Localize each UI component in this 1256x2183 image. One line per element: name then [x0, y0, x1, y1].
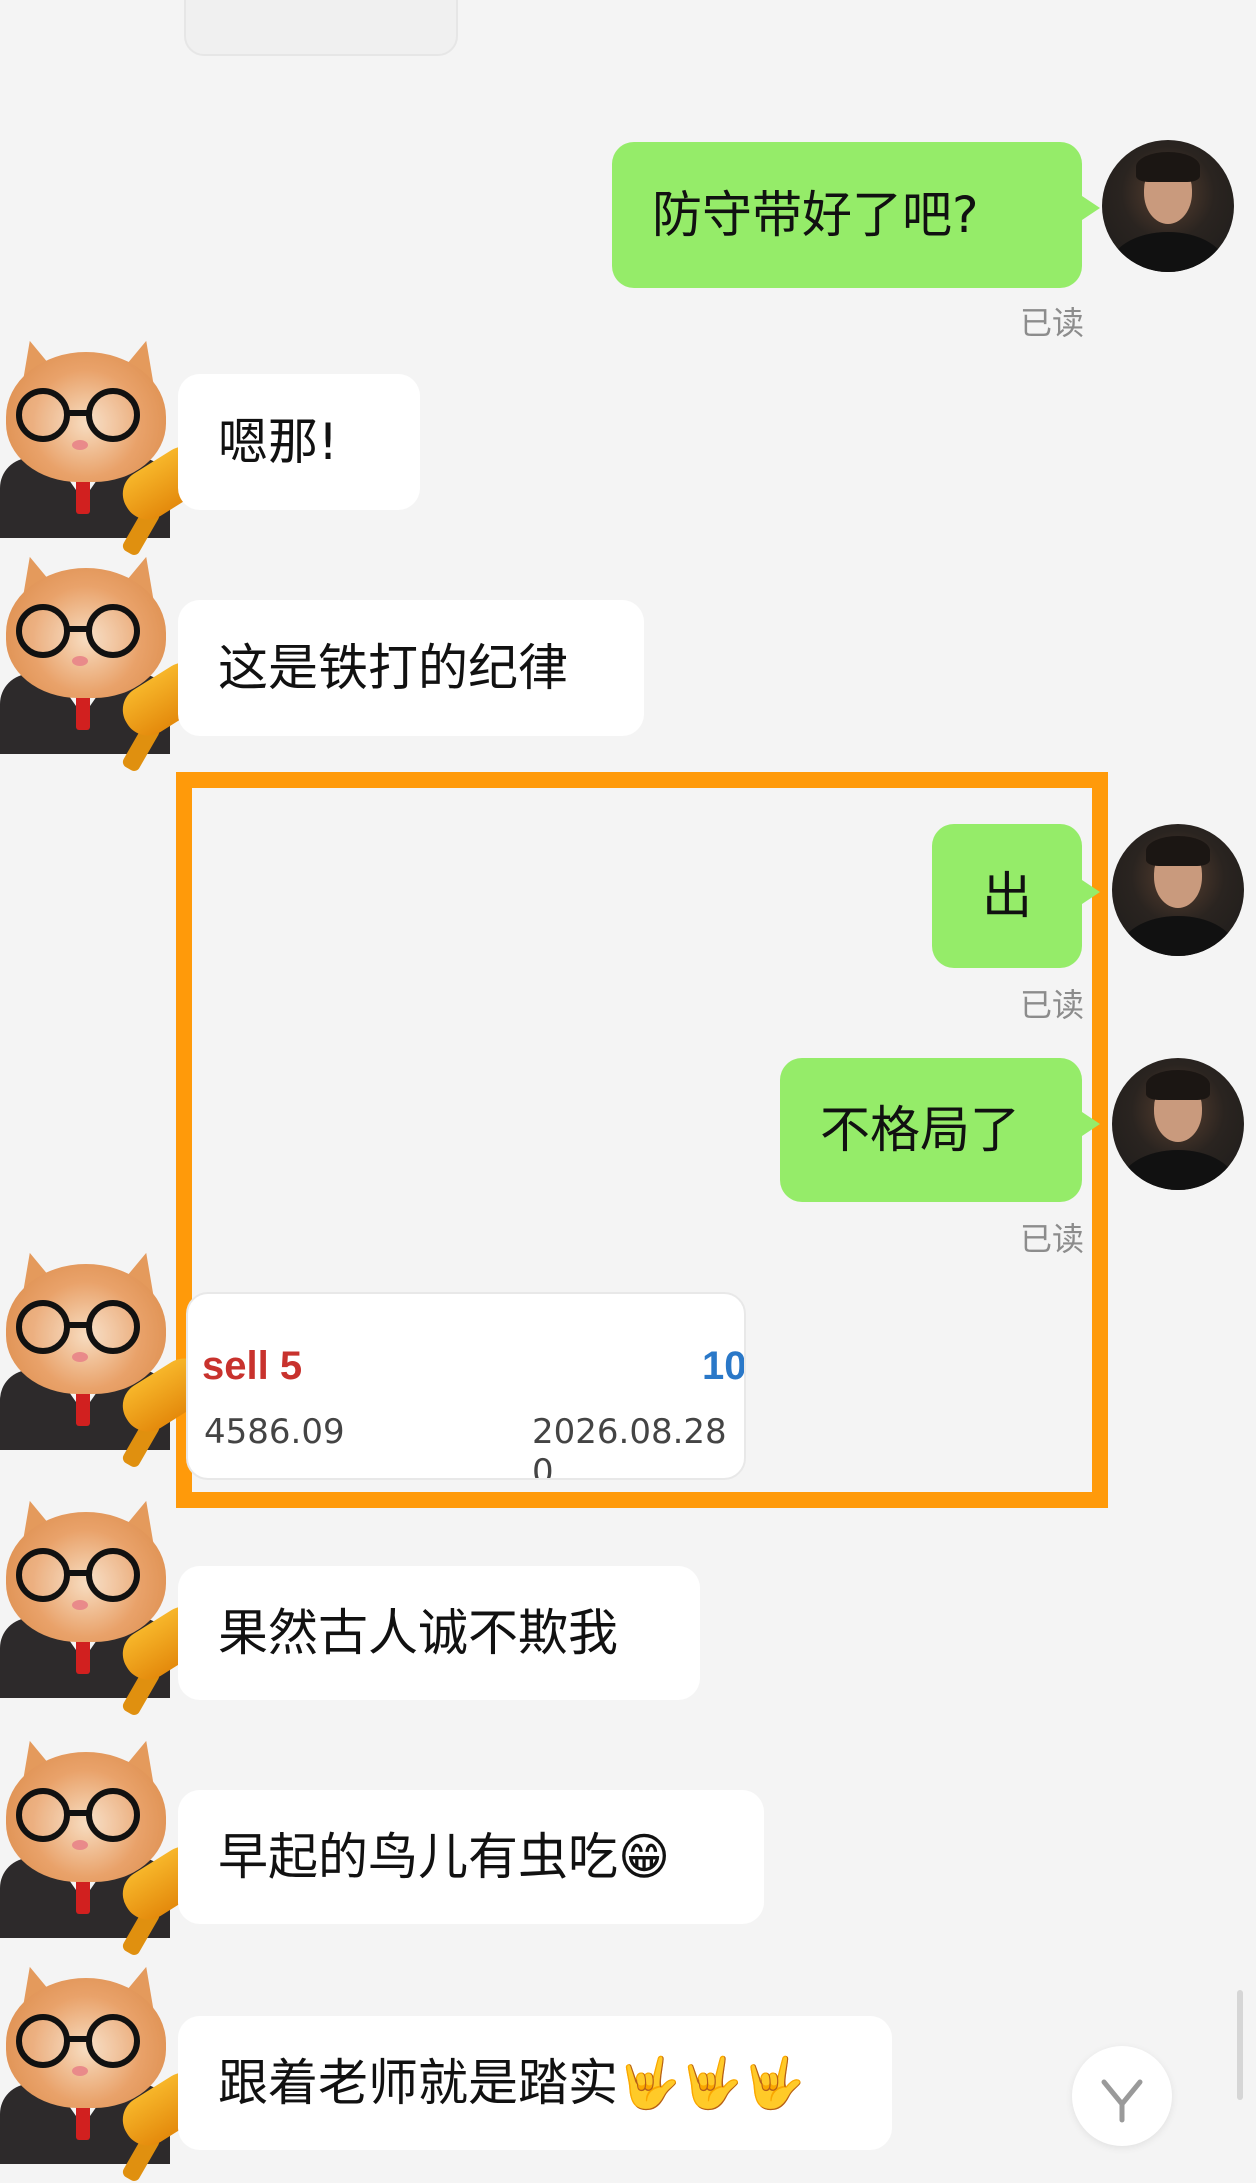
trade-action: sell 5: [202, 1344, 303, 1388]
trade-price: 4586.09: [204, 1412, 345, 1452]
trade-date: 2026.08.28 0: [532, 1412, 727, 1480]
message-bubble-incoming[interactable]: 果然古人诚不欺我: [178, 1566, 700, 1700]
bubble-tail: [1082, 1112, 1100, 1136]
message-bubble-incoming[interactable]: 嗯那!: [178, 374, 420, 510]
previous-message-stub: [184, 0, 458, 56]
read-status: 已读: [1020, 304, 1085, 342]
chevron-down-icon: [1101, 2079, 1143, 2123]
read-status: 已读: [1020, 986, 1085, 1024]
sender-avatar-cat-judge[interactable]: [0, 1247, 219, 1470]
message-bubble-incoming[interactable]: 跟着老师就是踏实🤟🤟🤟: [178, 2016, 892, 2150]
message-bubble-outgoing[interactable]: 出: [932, 824, 1082, 968]
self-avatar[interactable]: [1112, 1058, 1244, 1190]
self-avatar[interactable]: [1102, 140, 1234, 272]
message-bubble-incoming[interactable]: 早起的鸟儿有虫吃😁: [178, 1790, 764, 1924]
bubble-tail: [1082, 196, 1100, 220]
scroll-to-bottom-button[interactable]: [1072, 2046, 1172, 2146]
trade-number: 10: [702, 1344, 746, 1388]
message-bubble-outgoing[interactable]: 防守带好了吧?: [612, 142, 1082, 288]
self-avatar[interactable]: [1112, 824, 1244, 956]
trade-image-card[interactable]: sell 5 10 4586.09 2026.08.28 0: [186, 1292, 746, 1480]
read-status: 已读: [1020, 1220, 1085, 1258]
message-bubble-incoming[interactable]: 这是铁打的纪律: [178, 600, 644, 736]
scrollbar[interactable]: [1237, 1990, 1243, 2100]
bubble-tail: [1082, 880, 1100, 904]
message-bubble-outgoing[interactable]: 不格局了: [780, 1058, 1082, 1202]
